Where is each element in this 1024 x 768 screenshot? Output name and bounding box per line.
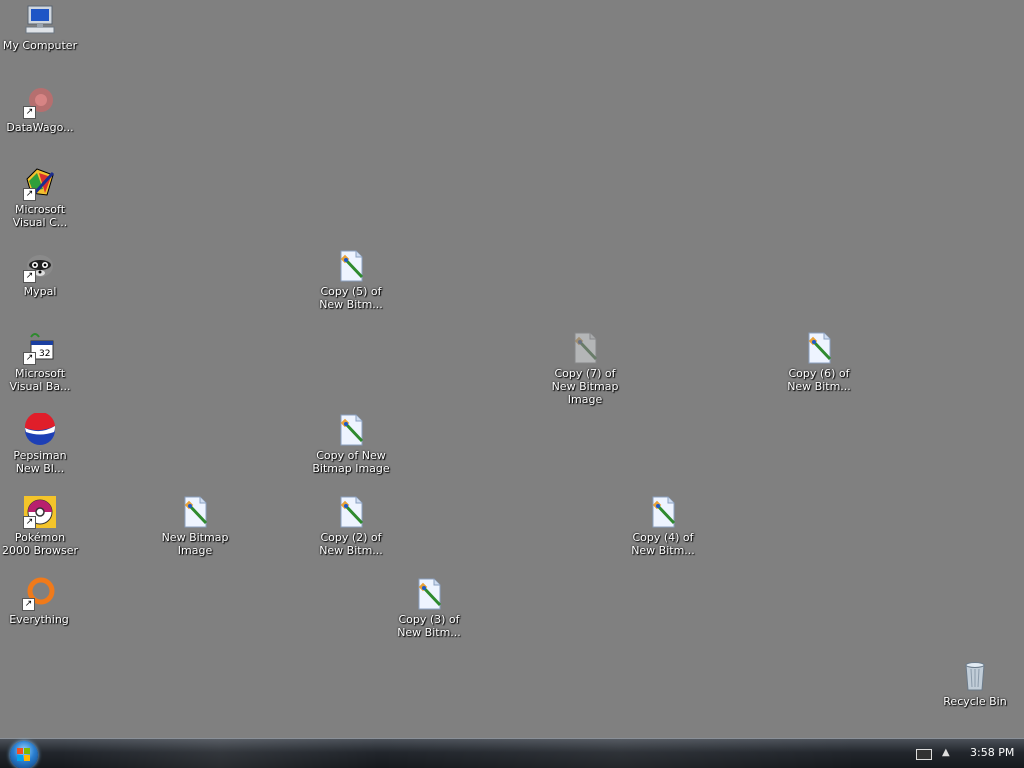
desktop-icon-microsoft-visual-c[interactable]: ↗ Microsoft Visual C... — [1, 167, 79, 229]
desktop-icon-label: Copy (7) of New Bitmap Image — [551, 367, 619, 406]
desktop-icon-label: Mypal — [23, 285, 57, 298]
bitmap-file-icon — [178, 495, 212, 529]
desktop-icon-label: Copy (2) of New Bitm... — [319, 531, 383, 557]
desktop-icon-label: Copy (4) of New Bitm... — [631, 531, 695, 557]
desktop-icon-copy-2[interactable]: Copy (2) of New Bitm... — [312, 495, 390, 557]
desktop-icon-everything[interactable]: ↗ Everything — [0, 577, 78, 626]
windows-orb-icon[interactable] — [10, 741, 38, 768]
desktop-icon-label: Copy of New Bitmap Image — [312, 449, 390, 475]
desktop-icon-datawagon[interactable]: ↗ DataWago... — [1, 85, 79, 134]
desktop-icon-microsoft-visual-basic[interactable]: 32 ↗ Microsoft Visual Ba... — [1, 331, 79, 393]
clock[interactable]: 3:58 PM — [970, 746, 1014, 759]
show-hidden-icons-icon[interactable]: ▲ — [942, 747, 950, 758]
recycle-bin-icon — [958, 659, 992, 693]
desktop-icon-label: Recycle Bin — [943, 695, 1007, 708]
shortcut-arrow-icon: ↗ — [23, 352, 36, 365]
desktop-icon-label: Microsoft Visual C... — [12, 203, 68, 229]
shortcut-arrow-icon: ↗ — [23, 188, 36, 201]
desktop-icon-label: Pokémon 2000 Browser — [1, 531, 79, 557]
taskbar: ▲ 3:58 PM — [0, 738, 1024, 768]
desktop-icon-label: Copy (3) of New Bitm... — [397, 613, 461, 639]
bitmap-file-icon — [568, 331, 602, 365]
bitmap-file-icon — [412, 577, 446, 611]
desktop-icon-new-bitmap-image[interactable]: New Bitmap Image — [156, 495, 234, 557]
bitmap-file-icon — [646, 495, 680, 529]
visual-c-icon: ↗ — [23, 167, 57, 201]
bitmap-file-icon — [334, 413, 368, 447]
desktop-icon-copy-7[interactable]: Copy (7) of New Bitmap Image — [546, 331, 624, 406]
shortcut-arrow-icon: ↗ — [22, 598, 35, 611]
desktop-icon-label: Copy (6) of New Bitm... — [787, 367, 851, 393]
bitmap-file-icon — [334, 495, 368, 529]
bitmap-file-icon — [334, 249, 368, 283]
desktop-icon-label: Copy (5) of New Bitm... — [319, 285, 383, 311]
desktop-icon-copy-6[interactable]: Copy (6) of New Bitm... — [780, 331, 858, 393]
raccoon-icon: ↗ — [23, 249, 57, 283]
pokeball-icon: ↗ — [23, 495, 57, 529]
desktop-icon-label: Everything — [9, 613, 69, 626]
datawagon-icon: ↗ — [23, 85, 57, 119]
shortcut-arrow-icon: ↗ — [23, 106, 36, 119]
desktop-icon-pepsiman[interactable]: Pepsiman New Bl... — [1, 413, 79, 475]
shortcut-arrow-icon: ↗ — [23, 270, 36, 283]
desktop-icon-my-computer[interactable]: My Computer — [1, 3, 79, 52]
desktop-icon-mypal[interactable]: ↗ Mypal — [1, 249, 79, 298]
shortcut-arrow-icon: ↗ — [23, 516, 36, 529]
system-tray: ▲ 3:58 PM — [904, 739, 1024, 768]
desktop-icon-copy-4[interactable]: Copy (4) of New Bitm... — [624, 495, 702, 557]
desktop-icon-label: Pepsiman New Bl... — [13, 449, 67, 475]
desktop-icon-label: DataWago... — [6, 121, 74, 134]
pepsi-icon — [23, 413, 57, 447]
desktop-icon-label: Microsoft Visual Ba... — [9, 367, 71, 393]
desktop-icon-copy-3[interactable]: Copy (3) of New Bitm... — [390, 577, 468, 639]
desktop-icon-label: New Bitmap Image — [161, 531, 229, 557]
desktop-icon-copy-5[interactable]: Copy (5) of New Bitm... — [312, 249, 390, 311]
desktop-icon-copy-of-new-bitmap[interactable]: Copy of New Bitmap Image — [312, 413, 390, 475]
visual-basic-icon: 32 ↗ — [23, 331, 57, 365]
desktop-icon-label: My Computer — [2, 39, 78, 52]
computer-icon — [23, 3, 57, 37]
desktop-icon-pokemon-browser[interactable]: ↗ Pokémon 2000 Browser — [1, 495, 79, 557]
bitmap-file-icon — [802, 331, 836, 365]
keyboard-icon[interactable] — [916, 749, 932, 760]
desktop-icon-recycle-bin[interactable]: Recycle Bin — [936, 659, 1014, 708]
svg-text:32: 32 — [39, 349, 50, 359]
everything-icon: ↗ — [22, 577, 56, 611]
desktop: My Computer ↗ DataWago... ↗ Microsoft Vi… — [0, 0, 1024, 738]
